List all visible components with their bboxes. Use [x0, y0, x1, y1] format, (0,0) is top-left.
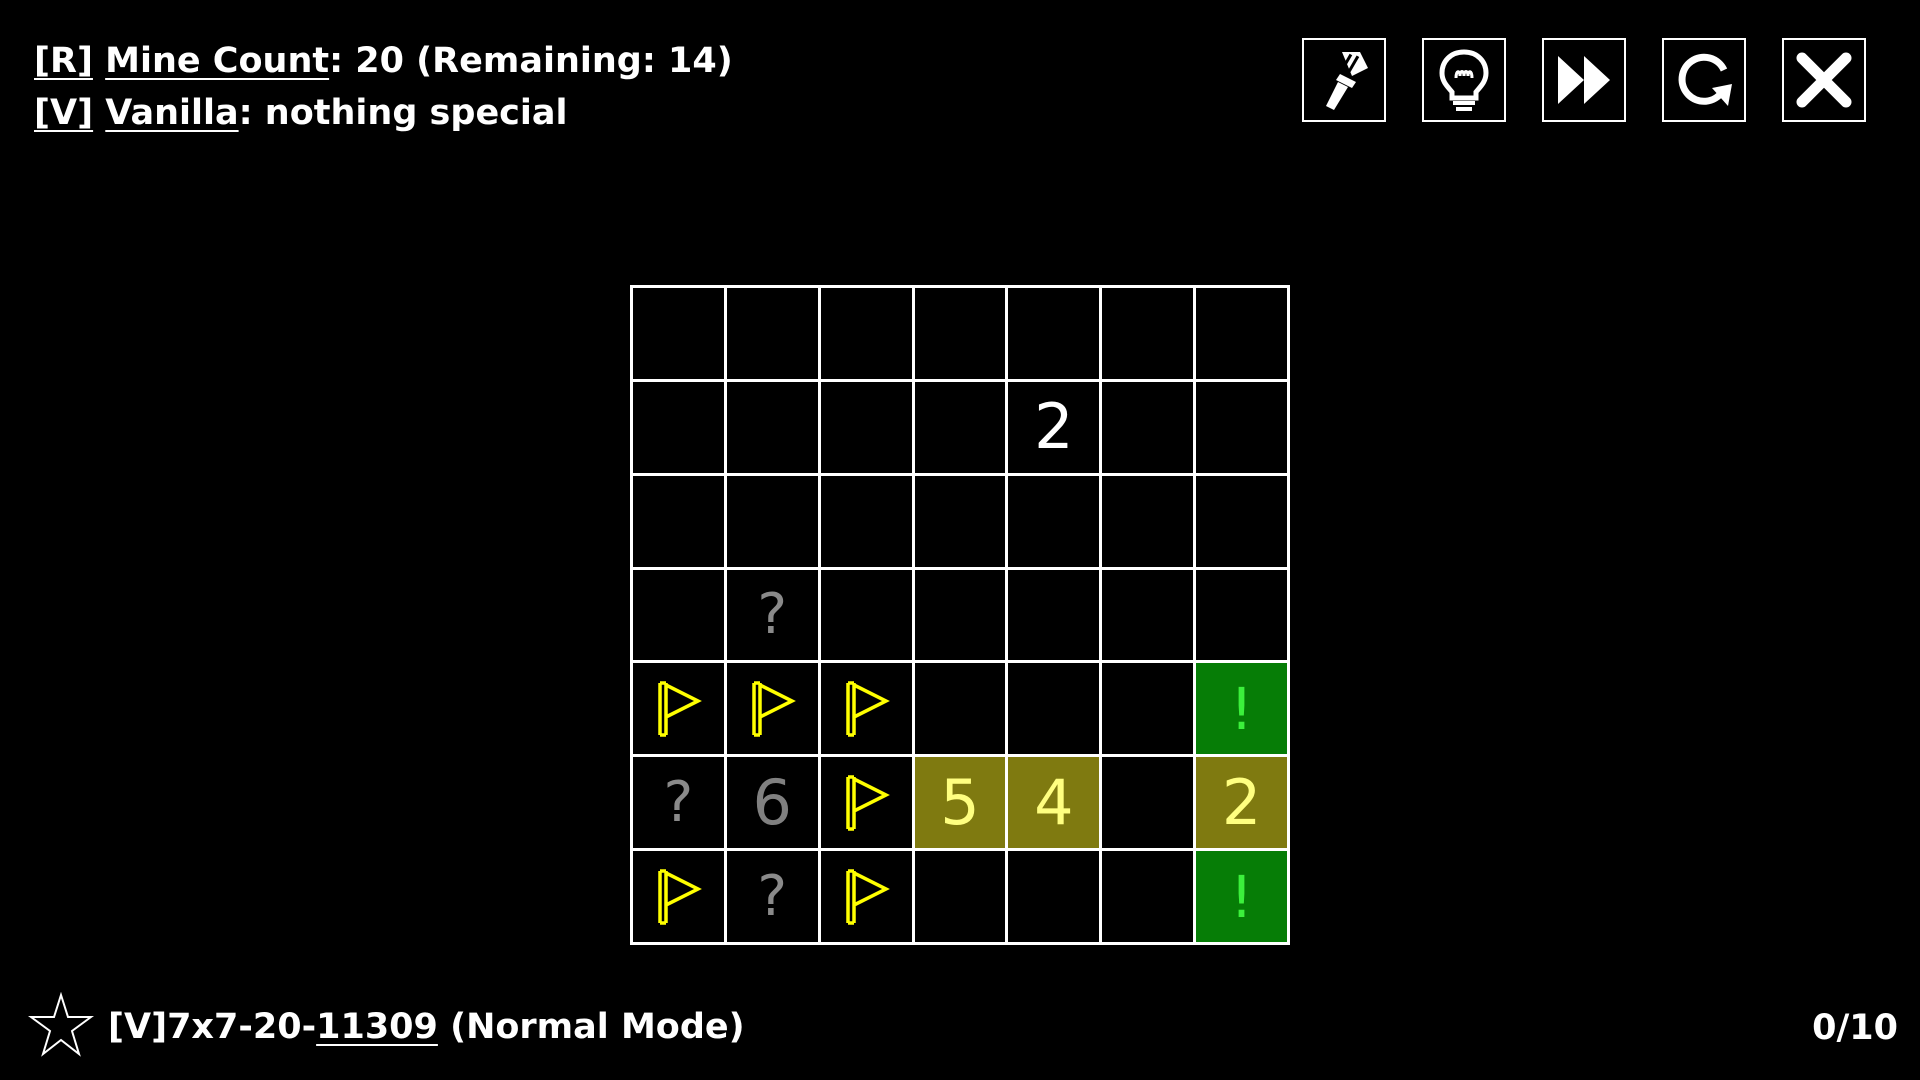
flag-cell[interactable] — [820, 851, 912, 942]
hint-cell[interactable]: ! — [1196, 663, 1287, 755]
cell-number: 2 — [1221, 765, 1262, 839]
paintbrush-icon — [1326, 52, 1368, 110]
rule-name-mine-count[interactable]: Mine Count — [105, 41, 329, 81]
empty-cell[interactable] — [1008, 851, 1100, 942]
empty-cell[interactable] — [1008, 475, 1100, 567]
empty-cell[interactable] — [726, 475, 818, 567]
empty-cell[interactable] — [1196, 569, 1287, 661]
close-icon — [1796, 52, 1852, 108]
empty-cell[interactable] — [633, 475, 724, 567]
rule-name-vanilla[interactable]: Vanilla — [105, 93, 238, 133]
empty-cell[interactable] — [1196, 381, 1287, 473]
flag-icon — [658, 868, 703, 925]
empty-cell[interactable] — [1008, 288, 1100, 379]
empty-cell[interactable] — [914, 288, 1006, 379]
empty-cell[interactable] — [633, 381, 724, 473]
cell-number: 4 — [1034, 765, 1074, 839]
empty-cell[interactable] — [726, 381, 818, 473]
number-cell[interactable]: 2 — [1196, 757, 1287, 849]
empty-cell[interactable] — [1102, 569, 1194, 661]
empty-cell[interactable] — [914, 475, 1006, 567]
hint-cell[interactable]: ! — [1196, 851, 1287, 942]
empty-cell[interactable] — [914, 663, 1006, 755]
empty-cell[interactable] — [820, 288, 912, 379]
empty-cell[interactable] — [914, 381, 1006, 473]
rule-key-v[interactable]: [V] — [34, 93, 93, 133]
empty-cell[interactable] — [633, 569, 724, 661]
level-prefix: [V]7x7-20- — [108, 1007, 317, 1047]
empty-cell[interactable] — [1102, 381, 1194, 473]
empty-cell[interactable] — [914, 851, 1006, 942]
number-cell[interactable]: 2 — [1008, 381, 1100, 473]
unknown-cell[interactable]: ? — [633, 757, 724, 849]
level-id-link[interactable]: 11309 — [316, 1007, 438, 1047]
number-cell[interactable]: 4 — [1008, 757, 1100, 849]
skip-button[interactable] — [1542, 38, 1626, 122]
flag-icon — [846, 681, 891, 737]
empty-cell[interactable] — [914, 569, 1006, 661]
empty-cell[interactable] — [820, 569, 912, 661]
fast-forward-icon — [1558, 56, 1610, 104]
empty-cell[interactable] — [1102, 663, 1194, 755]
paint-button[interactable] — [1302, 38, 1386, 122]
level-label: [V]7x7-20-11309 (Normal Mode) — [108, 1007, 745, 1047]
empty-cell[interactable] — [1008, 569, 1100, 661]
empty-cell[interactable] — [1102, 475, 1194, 567]
restart-button[interactable] — [1662, 38, 1746, 122]
flag-icon — [752, 681, 797, 737]
flag-icon — [658, 681, 703, 737]
game-board: 2?!? 6 5 4 2?! — [630, 285, 1290, 945]
empty-cell[interactable] — [1102, 757, 1194, 849]
flag-icon — [846, 868, 891, 925]
star-icon[interactable] — [27, 991, 95, 1062]
progress-counter: 0/10 — [1812, 1008, 1898, 1048]
level-info: [V]7x7-20-11309 (Normal Mode) — [27, 991, 745, 1062]
rule-key-r[interactable]: [R] — [34, 41, 93, 81]
flag-cell[interactable] — [726, 663, 818, 755]
question-mark: ? — [663, 769, 694, 835]
rule-vanilla: [V] Vanilla: nothing special — [34, 91, 568, 135]
lightbulb-icon — [1439, 49, 1489, 111]
empty-cell[interactable] — [726, 288, 818, 379]
empty-cell[interactable] — [1102, 288, 1194, 379]
unknown-cell[interactable]: ? — [726, 851, 818, 942]
flag-icon — [846, 774, 891, 831]
empty-cell[interactable] — [1196, 475, 1287, 567]
empty-cell[interactable] — [820, 381, 912, 473]
toolbar — [1302, 38, 1866, 122]
cell-number: 2 — [1034, 390, 1074, 464]
rule-mine-count-value: : 20 (Remaining: 14) — [329, 41, 733, 81]
exclamation-mark: ! — [1229, 674, 1254, 743]
empty-cell[interactable] — [1102, 851, 1194, 942]
cell-number: 5 — [940, 765, 980, 839]
flag-cell[interactable] — [820, 663, 912, 755]
hint-button[interactable] — [1422, 38, 1506, 122]
close-button[interactable] — [1782, 38, 1866, 122]
rule-vanilla-value: : nothing special — [238, 93, 568, 133]
empty-cell[interactable] — [633, 288, 724, 379]
question-mark: ? — [757, 863, 788, 929]
rule-mine-count: [R] Mine Count: 20 (Remaining: 14) — [34, 39, 733, 83]
number-cell[interactable]: 6 — [726, 757, 818, 849]
cell-number: 6 — [752, 765, 792, 839]
level-mode: (Normal Mode) — [437, 1007, 745, 1047]
flag-cell[interactable] — [633, 851, 724, 942]
empty-cell[interactable] — [1196, 288, 1287, 379]
flag-cell[interactable] — [820, 757, 912, 849]
exclamation-mark: ! — [1229, 862, 1254, 931]
flag-cell[interactable] — [633, 663, 724, 755]
unknown-cell[interactable]: ? — [726, 569, 818, 661]
empty-cell[interactable] — [1008, 663, 1100, 755]
question-mark: ? — [757, 581, 788, 647]
game-screen: [R] Mine Count: 20 (Remaining: 14) [V] V… — [0, 0, 1920, 1080]
restart-icon — [1678, 53, 1732, 106]
number-cell[interactable]: 5 — [914, 757, 1006, 849]
empty-cell[interactable] — [820, 475, 912, 567]
